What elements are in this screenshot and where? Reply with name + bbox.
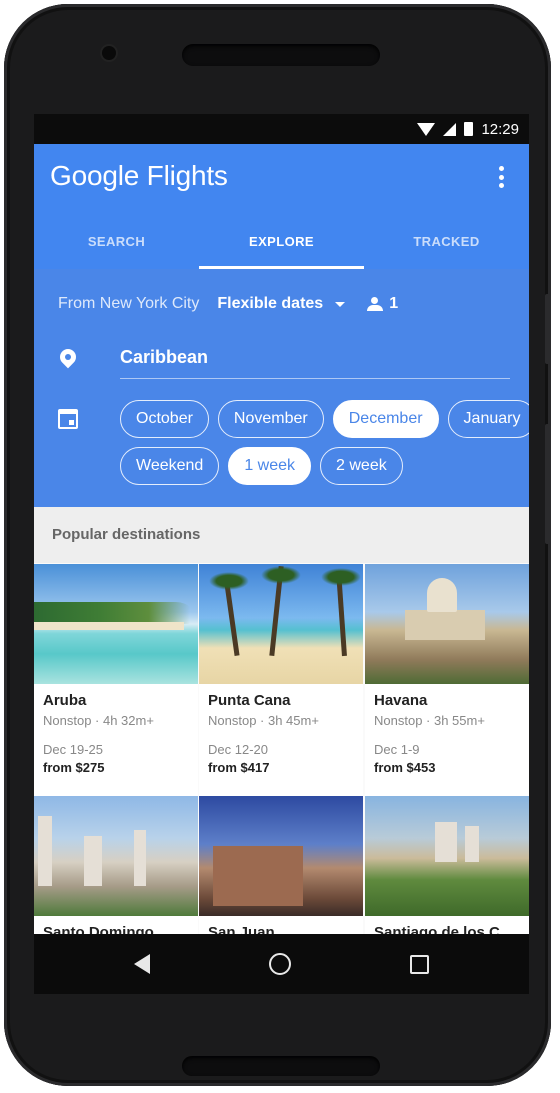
chip-january[interactable]: January xyxy=(447,400,529,438)
status-bar: 12:29 xyxy=(34,114,529,144)
passenger-count[interactable]: 1 xyxy=(389,295,398,313)
trip-summary-row: From New York City Flexible dates 1 xyxy=(58,295,398,313)
tab-bar: SEARCH EXPLORE TRACKED xyxy=(34,214,529,269)
signal-icon xyxy=(443,122,457,136)
chevron-down-icon[interactable] xyxy=(335,301,346,307)
chip-october[interactable]: October xyxy=(120,400,209,438)
chip-december[interactable]: December xyxy=(332,400,439,438)
status-time: 12:29 xyxy=(481,120,519,138)
trip-price: from $275 xyxy=(43,760,105,775)
trip-price: from $453 xyxy=(374,760,436,775)
power-button xyxy=(545,424,551,544)
chip-1-week[interactable]: 1 week xyxy=(228,447,312,485)
battery-icon xyxy=(464,122,474,136)
destination-photo xyxy=(34,796,198,916)
destination-card-punta-cana[interactable]: Punta Cana Nonstop · 3h 45m+ Dec 12-20 f… xyxy=(199,564,363,796)
location-pin-icon xyxy=(56,345,80,369)
flight-info: Nonstop · 3h 55m+ xyxy=(374,713,485,728)
destination-photo xyxy=(199,796,363,916)
bottom-speaker xyxy=(182,1056,380,1076)
dates-dropdown[interactable]: Flexible dates xyxy=(217,295,323,313)
destination-card-aruba[interactable]: Aruba Nonstop · 4h 32m+ Dec 19-25 from $… xyxy=(34,564,198,796)
tab-tracked[interactable]: TRACKED xyxy=(364,214,529,269)
trip-price: from $417 xyxy=(208,760,270,775)
chip-november[interactable]: November xyxy=(217,400,324,438)
home-icon[interactable] xyxy=(268,953,291,975)
chip-weekend[interactable]: Weekend xyxy=(120,447,220,485)
earpiece-speaker xyxy=(182,44,380,66)
origin-label[interactable]: From New York City xyxy=(58,295,199,313)
destination-input[interactable]: Caribbean xyxy=(120,341,510,379)
destination-city: Havana xyxy=(374,692,428,709)
month-chips: October November December January xyxy=(120,400,529,438)
recents-icon[interactable] xyxy=(410,954,430,974)
app-bar: Google Flights SEARCH EXPLORE TRACKED xyxy=(34,144,529,269)
flight-info: Nonstop · 4h 32m+ xyxy=(43,713,154,728)
destination-card-havana[interactable]: Havana Nonstop · 3h 55m+ Dec 1-9 from $4… xyxy=(365,564,529,796)
section-title: Popular destinations xyxy=(34,507,529,563)
back-icon[interactable] xyxy=(133,954,150,974)
front-camera xyxy=(102,46,116,60)
more-vert-icon[interactable] xyxy=(499,166,505,188)
calendar-icon xyxy=(58,409,78,429)
explore-filters: From New York City Flexible dates 1 Cari… xyxy=(34,269,529,507)
screen: 12:29 Google Flights SEARCH EXPLORE TRAC… xyxy=(34,114,529,994)
trip-dates: Dec 19-25 xyxy=(43,742,103,757)
volume-button xyxy=(545,294,551,364)
destination-city: Punta Cana xyxy=(208,692,291,709)
flight-info: Nonstop · 3h 45m+ xyxy=(208,713,319,728)
destination-photo xyxy=(199,564,363,684)
phone-frame: 12:29 Google Flights SEARCH EXPLORE TRAC… xyxy=(4,4,551,1086)
tab-search[interactable]: SEARCH xyxy=(34,214,199,269)
tab-explore[interactable]: EXPLORE xyxy=(199,214,364,269)
system-nav-bar xyxy=(34,934,529,994)
person-icon[interactable] xyxy=(367,297,384,311)
chip-2-week[interactable]: 2 week xyxy=(320,447,403,485)
wifi-icon xyxy=(417,122,436,136)
trip-dates: Dec 12-20 xyxy=(208,742,268,757)
app-title: Google Flights xyxy=(50,160,228,191)
duration-chips: Weekend 1 week 2 week xyxy=(120,447,403,485)
destination-photo xyxy=(365,564,529,684)
destination-photo xyxy=(34,564,198,684)
destination-city: Aruba xyxy=(43,692,87,709)
destination-photo xyxy=(365,796,529,916)
trip-dates: Dec 1-9 xyxy=(374,742,420,757)
